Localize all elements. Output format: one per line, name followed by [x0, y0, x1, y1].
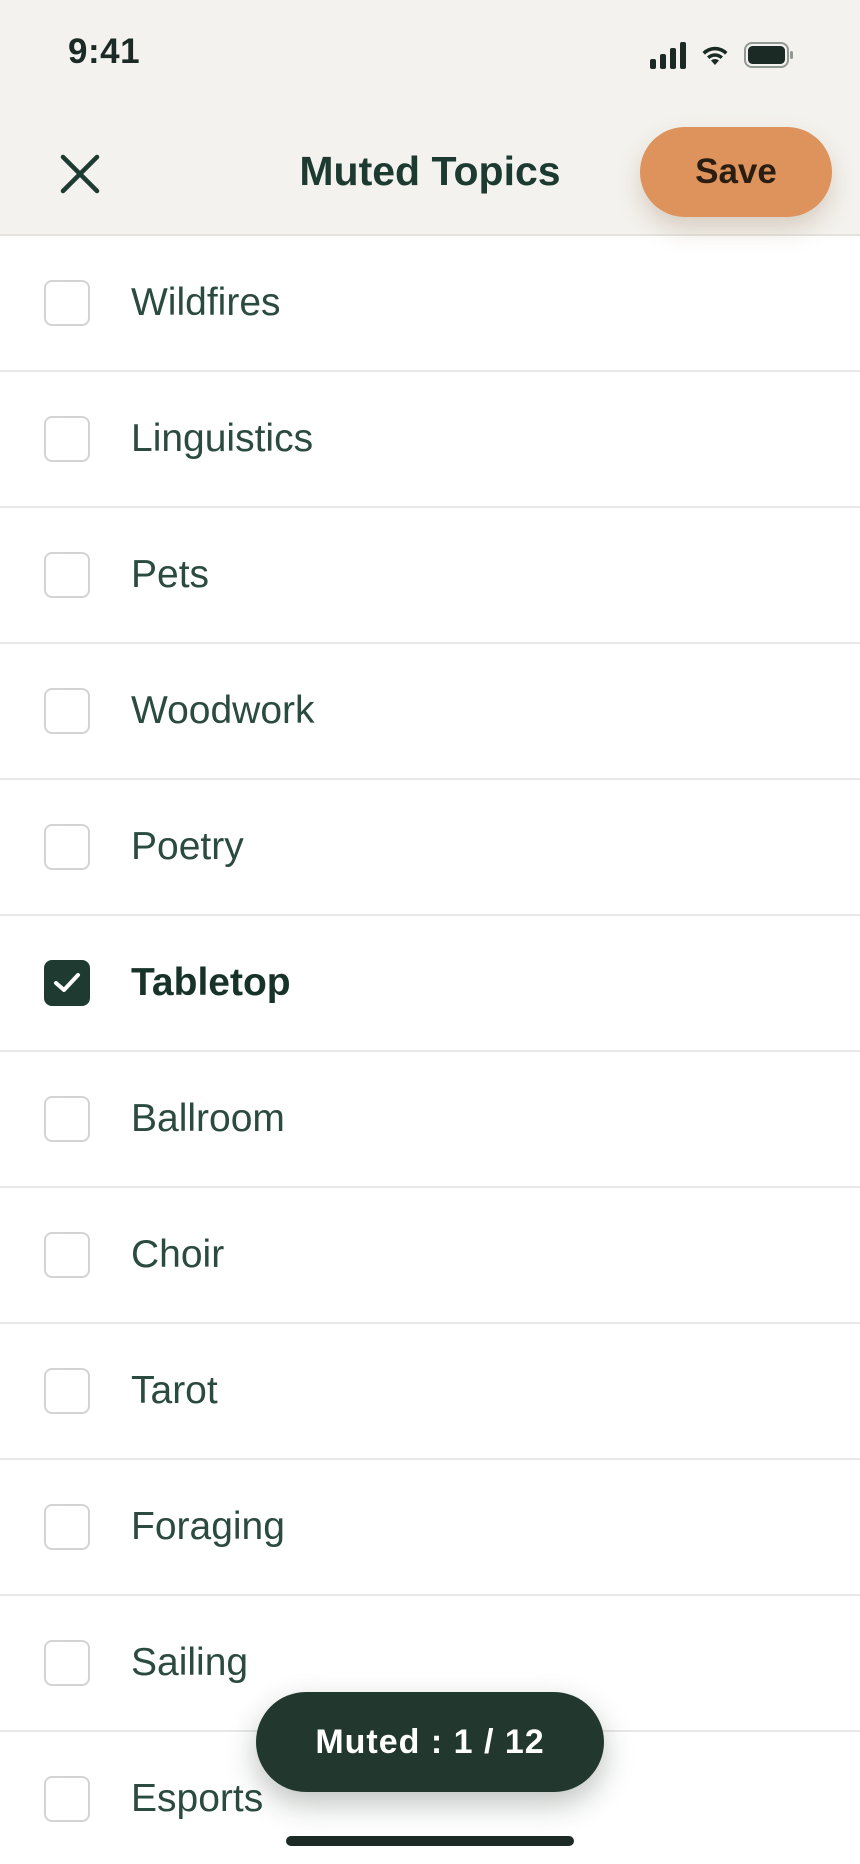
- topic-checkbox[interactable]: [44, 688, 90, 734]
- topic-label: Ballroom: [131, 1097, 285, 1140]
- topic-row[interactable]: Poetry: [0, 780, 860, 916]
- battery-icon: [744, 42, 794, 68]
- topic-label: Pets: [131, 553, 210, 596]
- topic-row[interactable]: Tabletop: [0, 916, 860, 1052]
- topic-checkbox[interactable]: [44, 552, 90, 598]
- topic-checkbox[interactable]: [44, 960, 90, 1006]
- top-bar: 9:41 Muted Topics Save: [0, 0, 860, 236]
- topic-label: Tarot: [131, 1369, 218, 1412]
- topic-row[interactable]: Foraging: [0, 1460, 860, 1596]
- topic-checkbox[interactable]: [44, 280, 90, 326]
- topic-checkbox[interactable]: [44, 1096, 90, 1142]
- topic-label: Woodwork: [131, 689, 315, 732]
- topic-label: Linguistics: [131, 417, 314, 460]
- signal-icon: [650, 41, 686, 69]
- topic-label: Wildfires: [131, 281, 281, 324]
- topic-row[interactable]: Wildfires: [0, 236, 860, 372]
- topic-checkbox[interactable]: [44, 1504, 90, 1550]
- topic-label: Tabletop: [131, 961, 291, 1004]
- topic-list: Wildfires Linguistics Pets Woodwork Poet: [0, 236, 860, 1864]
- muted-topics-screen: 9:41 Muted Topics Save Wildfires Linguis…: [0, 0, 860, 1864]
- topic-row[interactable]: Pets: [0, 508, 860, 644]
- topic-label: Poetry: [131, 825, 244, 868]
- checkmark-icon: [54, 973, 80, 992]
- topic-checkbox[interactable]: [44, 1232, 90, 1278]
- status-time: 9:41: [68, 32, 141, 71]
- muted-count-badge: Muted : 1 / 12: [256, 1692, 604, 1792]
- topic-label: Sailing: [131, 1641, 249, 1684]
- topic-row[interactable]: Linguistics: [0, 372, 860, 508]
- topic-label: Choir: [131, 1233, 225, 1276]
- topic-label: Foraging: [131, 1505, 285, 1548]
- topic-checkbox[interactable]: [44, 824, 90, 870]
- topic-row[interactable]: Tarot: [0, 1324, 860, 1460]
- topic-checkbox[interactable]: [44, 416, 90, 462]
- topic-row[interactable]: Woodwork: [0, 644, 860, 780]
- topic-checkbox[interactable]: [44, 1776, 90, 1822]
- topic-checkbox[interactable]: [44, 1640, 90, 1686]
- save-button[interactable]: Save: [640, 127, 832, 217]
- wifi-icon: [700, 43, 730, 67]
- status-icons: [650, 38, 794, 72]
- topic-row[interactable]: Choir: [0, 1188, 860, 1324]
- topic-row[interactable]: Ballroom: [0, 1052, 860, 1188]
- topic-label: Esports: [131, 1777, 264, 1820]
- topic-checkbox[interactable]: [44, 1368, 90, 1414]
- home-indicator: [286, 1836, 574, 1846]
